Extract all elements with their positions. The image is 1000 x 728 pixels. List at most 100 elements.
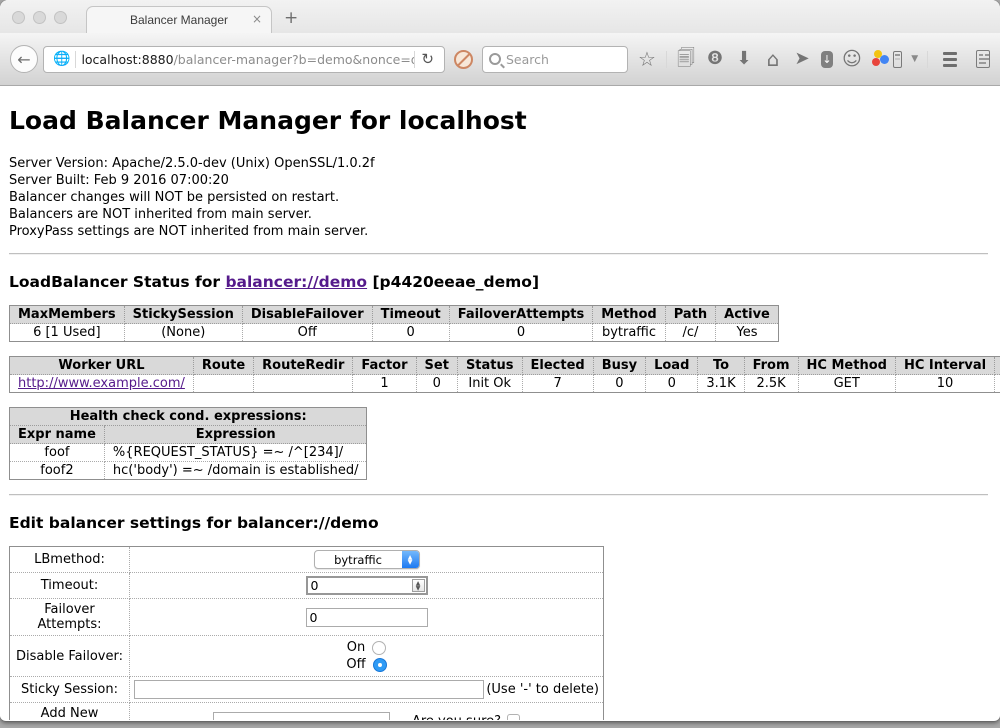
- worker-table: Worker URL Route RouteRedir Factor Set S…: [9, 356, 1000, 393]
- cell-maxmembers: 6 [1 Used]: [10, 324, 125, 342]
- proxypass-note: ProxyPass settings are NOT inherited fro…: [9, 223, 988, 240]
- window-controls: [12, 11, 67, 24]
- divider: [9, 253, 988, 255]
- health-table-title: Health check cond. expressions:: [10, 408, 367, 426]
- col-maxmembers: MaxMembers: [10, 306, 125, 324]
- add-worker-input[interactable]: [213, 712, 390, 721]
- timeout-label: Timeout:: [10, 573, 130, 599]
- tab-grid-icon[interactable]: [976, 50, 990, 68]
- col-expr-name: Expr name: [10, 426, 105, 444]
- col-active: Active: [716, 306, 779, 324]
- col-worker-url: Worker URL: [10, 357, 194, 375]
- page-content: Load Balancer Manager for localhost Serv…: [0, 86, 1000, 720]
- col-route: Route: [193, 357, 253, 375]
- radio-line-off: Off: [134, 656, 599, 673]
- cell-active: Yes: [716, 324, 779, 342]
- table-row: foof2 hc('body') =~ /domain is establish…: [10, 462, 367, 480]
- col-to: To: [698, 357, 744, 375]
- col-expression: Expression: [104, 426, 367, 444]
- failover-attempts-label: Failover Attempts:: [10, 599, 130, 636]
- health-check-table: Health check cond. expressions: Expr nam…: [9, 407, 367, 480]
- lbmethod-select[interactable]: bytraffic ▲▼: [314, 550, 420, 569]
- col-hc-method: HC Method: [798, 357, 895, 375]
- chat-icon[interactable]: ☺: [842, 50, 862, 68]
- col-from: From: [744, 357, 798, 375]
- worker-url-link[interactable]: http://www.example.com/: [18, 376, 185, 391]
- search-input[interactable]: [506, 52, 621, 67]
- persist-note: Balancer changes will NOT be persisted o…: [9, 189, 988, 206]
- form-row-failover: Failover Attempts:: [10, 599, 604, 636]
- bookmark-star-icon[interactable]: ☆: [637, 50, 657, 68]
- cell-expression: hc('body') =~ /domain is established/: [104, 462, 367, 480]
- content-blocked-icon[interactable]: [454, 50, 473, 69]
- col-hc-interval: HC Interval: [895, 357, 994, 375]
- cell-stickysession: (None): [124, 324, 242, 342]
- table-header-row: Expr name Expression: [10, 426, 367, 444]
- cell-load: 0: [646, 375, 698, 393]
- hello-icon[interactable]: [871, 50, 884, 68]
- col-load: Load: [646, 357, 698, 375]
- chevron-down-icon[interactable]: ▼: [911, 54, 918, 64]
- sticky-session-note: (Use '-' to delete): [486, 682, 599, 697]
- server-version: Server Version: Apache/2.5.0-dev (Unix) …: [9, 155, 988, 172]
- back-button[interactable]: ←: [10, 45, 38, 73]
- timeout-input[interactable]: [306, 576, 428, 595]
- table-header-row: MaxMembers StickySession DisableFailover…: [10, 306, 779, 324]
- browser-tab[interactable]: Balancer Manager ×: [86, 6, 272, 33]
- number-stepper-icon[interactable]: ▲▼: [412, 579, 425, 592]
- cell-worker-url: http://www.example.com/: [10, 375, 194, 393]
- save-to-device-icon[interactable]: ↓: [821, 51, 833, 68]
- status-heading: LoadBalancer Status for balancer://demo …: [9, 273, 988, 291]
- navigation-toolbar: ← 🌐 localhost:8880/balancer-manager?b=de…: [0, 33, 1000, 86]
- close-window-button[interactable]: [12, 11, 25, 24]
- form-row-add-worker: Add New Worker: Are you sure?: [10, 703, 604, 721]
- form-row-timeout: Timeout: ▲▼: [10, 573, 604, 599]
- tab-close-icon[interactable]: ×: [252, 12, 262, 26]
- downloads-icon[interactable]: ⬇: [734, 50, 754, 68]
- col-disablefailover: DisableFailover: [242, 306, 372, 324]
- cell-factor: 1: [353, 375, 416, 393]
- reload-icon[interactable]: ↻: [415, 50, 440, 68]
- sticky-session-label: Sticky Session:: [10, 677, 130, 703]
- confirm-checkbox[interactable]: [507, 714, 520, 721]
- cell-path: /c/: [665, 324, 715, 342]
- site-identity-globe-icon[interactable]: 🌐: [48, 51, 75, 67]
- minimize-window-button[interactable]: [33, 11, 46, 24]
- server-info: Server Version: Apache/2.5.0-dev (Unix) …: [9, 155, 988, 240]
- share-icon[interactable]: ➤: [792, 50, 812, 68]
- sticky-session-input[interactable]: [134, 680, 484, 699]
- edit-balancer-form: LBmethod: bytraffic ▲▼ Timeout: ▲▼: [9, 546, 604, 720]
- table-row: foof %{REQUEST_STATUS} =~ /^[234]/: [10, 444, 367, 462]
- pocket-icon[interactable]: ❽: [705, 50, 725, 68]
- confirm-label: Are you sure?: [412, 714, 520, 721]
- table-row: http://www.example.com/ 1 0 Init Ok 7 0 …: [10, 375, 1000, 393]
- url-bar[interactable]: 🌐 localhost:8880/balancer-manager?b=demo…: [43, 46, 445, 73]
- lbmethod-label: LBmethod:: [10, 547, 130, 573]
- balancer-link[interactable]: balancer://demo: [225, 273, 367, 291]
- url-text[interactable]: localhost:8880/balancer-manager?b=demo&n…: [76, 52, 414, 67]
- radio-off-label: Off: [346, 657, 365, 672]
- col-factor: Factor: [353, 357, 416, 375]
- cell-hc-method: GET: [798, 375, 895, 393]
- new-tab-button[interactable]: +: [284, 8, 298, 28]
- tab-title: Balancer Manager: [130, 13, 228, 27]
- divider: [9, 494, 988, 496]
- url-domain: localhost:8880: [81, 52, 173, 67]
- form-row-sticky: Sticky Session: (Use '-' to delete): [10, 677, 604, 703]
- search-bar[interactable]: [482, 46, 628, 73]
- lbmethod-selected-value: bytraffic: [315, 551, 402, 568]
- col-stickysession: StickySession: [124, 306, 242, 324]
- cell-expression: %{REQUEST_STATUS} =~ /^[234]/: [104, 444, 367, 462]
- col-timeout: Timeout: [372, 306, 449, 324]
- cell-hc-interval: 10: [895, 375, 994, 393]
- radio-off[interactable]: [373, 658, 387, 672]
- radio-on[interactable]: [372, 641, 386, 655]
- cell-elected: 7: [522, 375, 593, 393]
- sidebar-icon[interactable]: [893, 51, 902, 68]
- home-icon[interactable]: ⌂: [763, 50, 783, 68]
- menu-icon[interactable]: [943, 52, 957, 67]
- radio-on-label: On: [347, 640, 365, 655]
- failover-attempts-input[interactable]: [306, 608, 428, 627]
- zoom-window-button[interactable]: [54, 11, 67, 24]
- reading-list-icon[interactable]: 🗐: [676, 50, 696, 68]
